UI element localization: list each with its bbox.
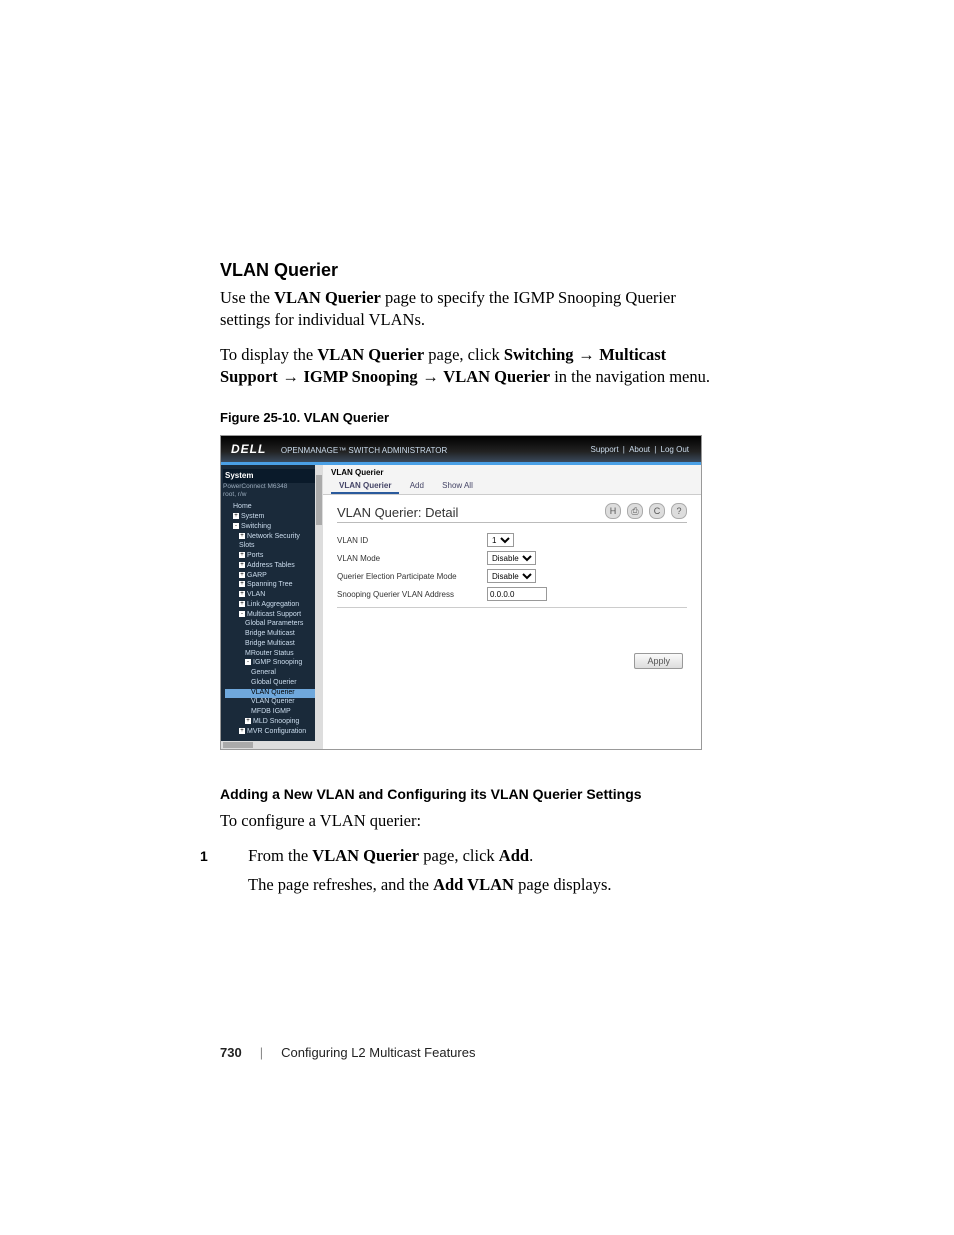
form: VLAN ID1VLAN ModeDisableQuerier Election…: [337, 533, 687, 601]
field-label: Querier Election Participate Mode: [337, 572, 487, 581]
tree-item[interactable]: Global Parameters: [225, 620, 323, 630]
device-name: PowerConnect M6348: [223, 483, 323, 491]
expand-icon[interactable]: +: [239, 562, 245, 568]
tab-add[interactable]: Add: [402, 479, 432, 492]
section-title: VLAN Querier: [220, 260, 724, 281]
brand-logo: DELL: [231, 442, 266, 456]
form-row: Snooping Querier VLAN Address: [337, 587, 687, 601]
sub-heading: Adding a New VLAN and Configuring its VL…: [220, 786, 724, 802]
expand-icon[interactable]: +: [239, 572, 245, 578]
field-select[interactable]: Disable: [487, 569, 536, 583]
field-select[interactable]: 1: [487, 533, 514, 547]
form-row: VLAN ModeDisable: [337, 551, 687, 565]
tree-item[interactable]: -Multicast Support: [225, 611, 323, 621]
panel-toolbar: H ⎙ C ?: [605, 503, 687, 519]
tree-item[interactable]: Bridge Multicast: [225, 630, 323, 640]
sidebar: System PowerConnect M6348 root, r/w Home…: [221, 465, 323, 749]
steps-list: 1 From the VLAN Querier page, click Add.…: [220, 844, 724, 898]
step-1: 1 From the VLAN Querier page, click Add.…: [244, 844, 724, 898]
tree-item[interactable]: +System: [225, 513, 323, 523]
tree-item[interactable]: +Spanning Tree: [225, 581, 323, 591]
tree-item[interactable]: +Link Aggregation: [225, 601, 323, 611]
nav-instruction: To display the VLAN Querier page, click …: [220, 344, 724, 389]
tree-item[interactable]: +Ports: [225, 552, 323, 562]
expand-icon[interactable]: +: [233, 513, 239, 519]
tree-item[interactable]: +MLD Snooping: [225, 718, 323, 728]
field-label: VLAN ID: [337, 536, 487, 545]
tree-item[interactable]: MRouter Status: [225, 650, 323, 660]
tree-item[interactable]: -Switching: [225, 523, 323, 533]
main-panel: VLAN Querier: Detail H ⎙ C ? VLAN ID1VLA…: [323, 495, 701, 749]
apply-button[interactable]: Apply: [634, 653, 683, 669]
tree-item[interactable]: Bridge Multicast: [225, 640, 323, 650]
expand-icon[interactable]: -: [245, 659, 251, 665]
expand-icon[interactable]: +: [239, 601, 245, 607]
refresh-icon[interactable]: C: [649, 503, 665, 519]
field-input[interactable]: [487, 587, 547, 601]
nav-tree: Home+System-Switching+Network SecuritySl…: [223, 499, 323, 737]
field-select[interactable]: Disable: [487, 551, 536, 565]
expand-icon[interactable]: -: [233, 523, 239, 529]
app-titlebar: DELL OPENMANAGE™ SWITCH ADMINISTRATOR Su…: [221, 436, 701, 462]
link-logout[interactable]: Log Out: [661, 445, 689, 454]
expand-icon[interactable]: +: [245, 718, 251, 724]
tree-item[interactable]: -IGMP Snooping: [225, 659, 323, 669]
intro-paragraph: Use the VLAN Querier page to specify the…: [220, 287, 724, 332]
sidebar-scroll-x[interactable]: [221, 741, 323, 749]
help-icon[interactable]: ?: [671, 503, 687, 519]
expand-icon[interactable]: +: [239, 581, 245, 587]
figure-caption: Figure 25-10. VLAN Querier: [220, 410, 724, 425]
tree-item[interactable]: +GARP: [225, 572, 323, 582]
print-icon[interactable]: ⎙: [627, 503, 643, 519]
form-row: VLAN ID1: [337, 533, 687, 547]
tree-item[interactable]: General: [225, 669, 323, 679]
save-icon[interactable]: H: [605, 503, 621, 519]
sidebar-header: System: [223, 469, 323, 483]
field-label: Snooping Querier VLAN Address: [337, 590, 487, 599]
tree-item[interactable]: +Network Security: [225, 533, 323, 543]
expand-icon[interactable]: +: [239, 533, 245, 539]
page-footer: 730 | Configuring L2 Multicast Features: [220, 1045, 475, 1060]
breadcrumb: VLAN Querier: [331, 468, 693, 477]
expand-icon[interactable]: +: [239, 728, 245, 734]
configure-line: To configure a VLAN querier:: [220, 810, 724, 832]
tree-item[interactable]: MFDB IGMP: [225, 708, 323, 718]
app-title: OPENMANAGE™ SWITCH ADMINISTRATOR: [281, 446, 447, 455]
expand-icon[interactable]: +: [239, 552, 245, 558]
tree-item[interactable]: Slots: [225, 542, 323, 552]
user-role: root, r/w: [223, 491, 323, 499]
tab-vlan-querier[interactable]: VLAN Querier: [331, 479, 399, 494]
tree-item[interactable]: VLAN Querier: [225, 689, 323, 699]
tree-item[interactable]: VLAN Querier: [225, 698, 323, 708]
sidebar-scroll-y[interactable]: [315, 465, 323, 741]
screenshot-figure: DELL OPENMANAGE™ SWITCH ADMINISTRATOR Su…: [220, 435, 702, 750]
tab-bar: VLAN Querier VLAN Querier Add Show All: [323, 465, 701, 495]
page-number: 730: [220, 1045, 242, 1060]
expand-icon[interactable]: -: [239, 611, 245, 617]
tree-item[interactable]: +VLAN: [225, 591, 323, 601]
field-label: VLAN Mode: [337, 554, 487, 563]
link-support[interactable]: Support: [591, 445, 619, 454]
chapter-name: Configuring L2 Multicast Features: [281, 1045, 475, 1060]
tree-item[interactable]: +MVR Configuration: [225, 728, 323, 738]
form-row: Querier Election Participate ModeDisable: [337, 569, 687, 583]
tree-item[interactable]: Home: [225, 503, 323, 513]
top-links: Support | About | Log Out: [589, 445, 691, 454]
expand-icon[interactable]: +: [239, 591, 245, 597]
tree-item[interactable]: +Address Tables: [225, 562, 323, 572]
link-about[interactable]: About: [629, 445, 650, 454]
tab-show-all[interactable]: Show All: [434, 479, 481, 492]
tree-item[interactable]: Global Querier: [225, 679, 323, 689]
